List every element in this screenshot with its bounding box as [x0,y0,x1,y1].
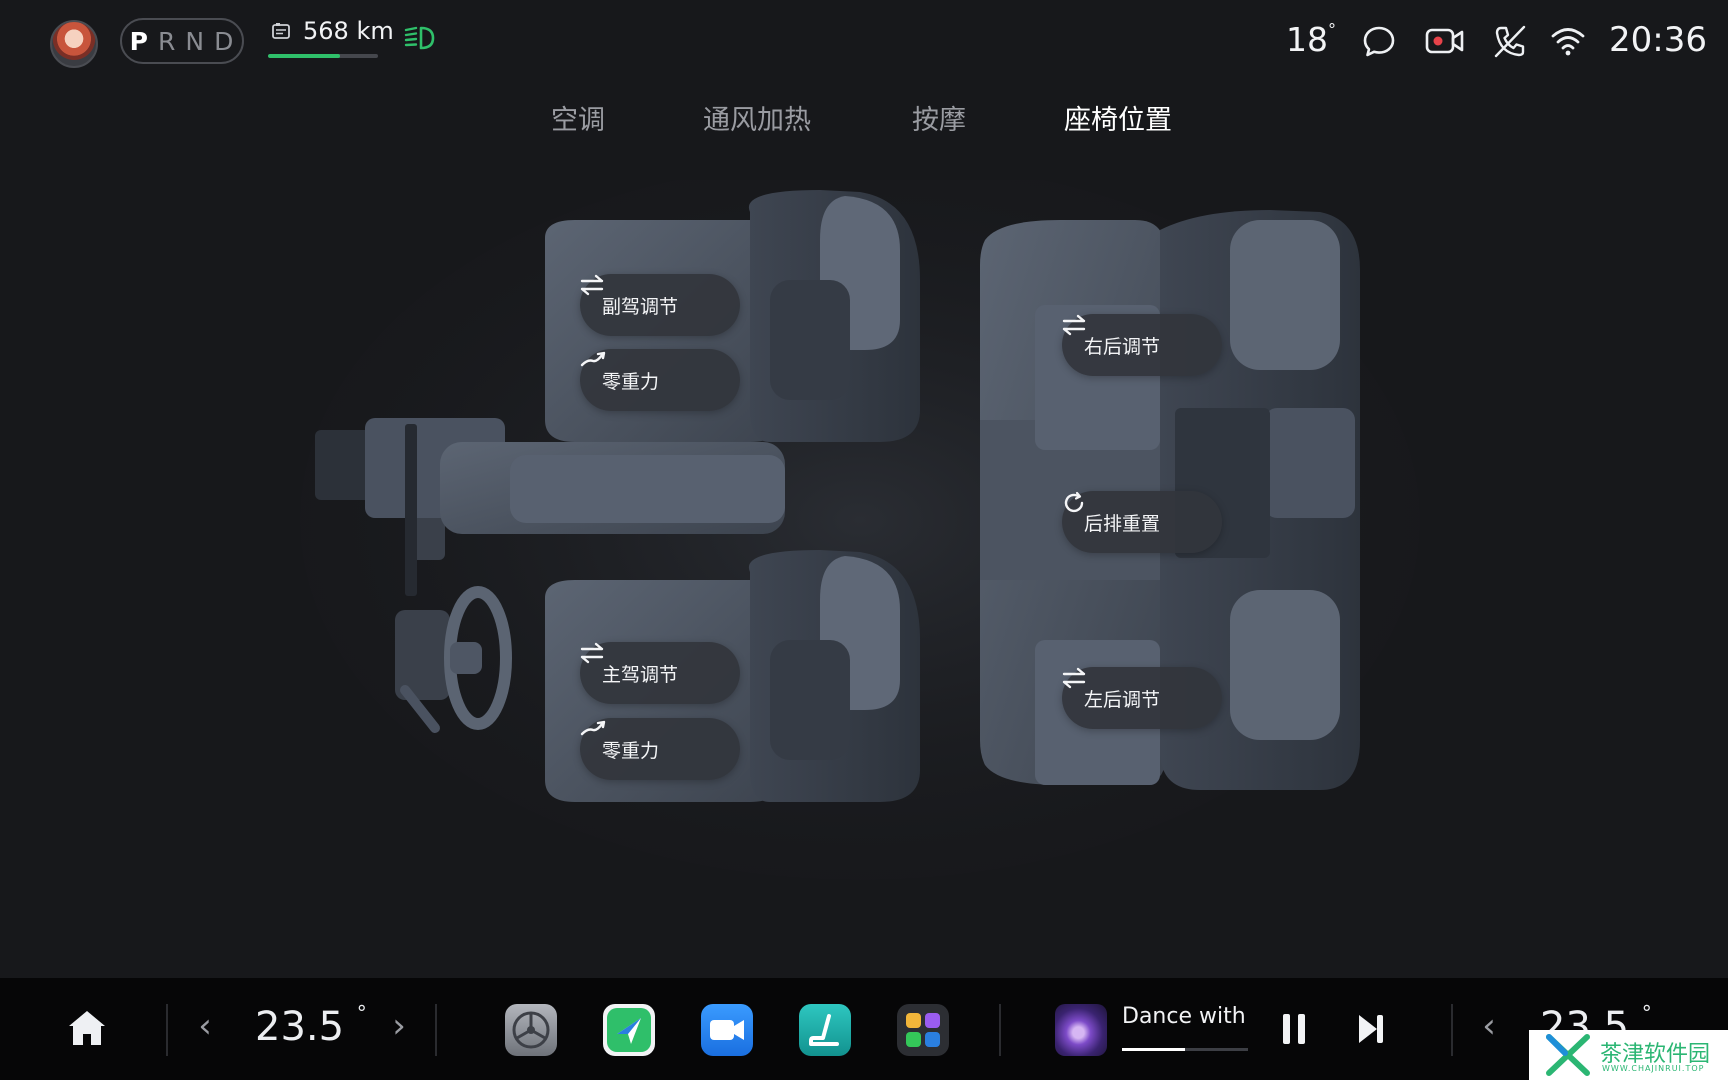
passenger-zero-gravity-label: 零重力 [602,370,660,393]
seat-tab-bar: 空调 通风加热 按摩 座椅位置 [0,98,1728,142]
driver-zero-gravity-label: 零重力 [602,739,660,762]
passenger-adjust-button[interactable]: 副驾调节 [580,274,740,336]
swap-arrows-icon [1062,667,1086,689]
dock-divider [435,1004,437,1056]
phone-icon[interactable] [1492,22,1528,60]
dock-divider [166,1004,168,1056]
passenger-zero-gravity-button[interactable]: 零重力 [580,349,740,411]
tab-ventilation-heating[interactable]: 通风加热 [703,98,811,137]
dock-divider [1451,1004,1453,1056]
user-avatar[interactable] [50,20,98,68]
song-progress-fill [1122,1048,1185,1051]
driving-range: 568 km [303,17,394,45]
cabin-illustration [300,180,1420,880]
range-level-bar [268,54,378,58]
watermark-logo [1546,1034,1590,1076]
video-camera-icon[interactable] [1424,22,1466,60]
outside-temperature: 18° [1286,20,1336,59]
message-icon[interactable] [1360,22,1398,60]
zero-gravity-icon [580,720,606,736]
rear-right-adjust-button[interactable]: 右后调节 [1062,314,1222,376]
seat-layout-view: 副驾调节 零重力 主驾调节 零重力 右后调节 后排重置 左后调节 [300,180,1500,900]
headlight-icon [404,26,435,50]
passenger-adjust-label: 副驾调节 [602,295,679,318]
right-temp-unit: ° [1641,1000,1652,1025]
status-bar: P R N D 568 km 18° 20:36 [0,0,1728,84]
tab-air-conditioning[interactable]: 空调 [551,98,605,137]
gear-n: N [185,26,206,56]
gear-r: R [157,26,177,56]
gear-p: P [129,26,149,56]
rear-left-adjust-button[interactable]: 左后调节 [1062,667,1222,729]
outside-temp-unit: ° [1328,20,1336,39]
bottom-dock: ‹ 23.5 ° › Dance with ‹ 23.5 ° [0,978,1728,1080]
driver-adjust-button[interactable]: 主驾调节 [580,642,740,704]
clock: 20:36 [1609,20,1707,60]
left-temp-unit: ° [356,1000,367,1025]
left-cabin-temperature: 23.5 ° [255,1000,367,1050]
apps-folder-icon[interactable] [897,1004,949,1056]
driver-adjust-label: 主驾调节 [602,663,679,686]
video-call-app-icon[interactable] [701,1004,753,1056]
swap-arrows-icon [580,642,604,664]
rear-reset-label: 后排重置 [1084,512,1161,535]
watermark-subtext: WWW.CHAJINRUI.TOP [1602,1064,1705,1073]
rear-right-adjust-label: 右后调节 [1084,335,1161,358]
next-track-icon[interactable] [1356,1012,1386,1046]
outside-temp-value: 18 [1286,20,1328,59]
left-temp-increase-chevron-icon[interactable]: › [384,1006,414,1046]
rear-reset-button[interactable]: 后排重置 [1062,491,1222,553]
tab-massage[interactable]: 按摩 [912,98,966,137]
battery-icon [272,23,290,39]
swap-arrows-icon [580,274,604,296]
swap-arrows-icon [1062,314,1086,336]
pause-icon[interactable] [1280,1012,1308,1046]
dock-divider [999,1004,1001,1056]
home-icon[interactable] [66,1008,108,1048]
right-temp-decrease-chevron-icon[interactable]: ‹ [1474,1006,1504,1046]
left-temp-value: 23.5 [255,1004,345,1050]
left-temp-decrease-chevron-icon[interactable]: ‹ [190,1006,220,1046]
gear-d: D [214,26,235,56]
range-level-fill [268,54,340,58]
navigation-app-icon[interactable] [603,1004,655,1056]
reset-icon [1064,491,1084,513]
song-title[interactable]: Dance with [1122,1004,1250,1029]
gear-selector: P R N D [120,18,244,64]
wifi-icon[interactable] [1550,22,1586,60]
seat-app-icon[interactable] [799,1004,851,1056]
song-progress-bar[interactable] [1122,1048,1248,1051]
zero-gravity-icon [580,351,606,367]
album-art[interactable] [1055,1004,1107,1056]
driver-zero-gravity-button[interactable]: 零重力 [580,718,740,780]
tab-seat-position[interactable]: 座椅位置 [1064,98,1172,137]
rear-left-adjust-label: 左后调节 [1084,688,1161,711]
settings-app-icon[interactable] [505,1004,557,1056]
